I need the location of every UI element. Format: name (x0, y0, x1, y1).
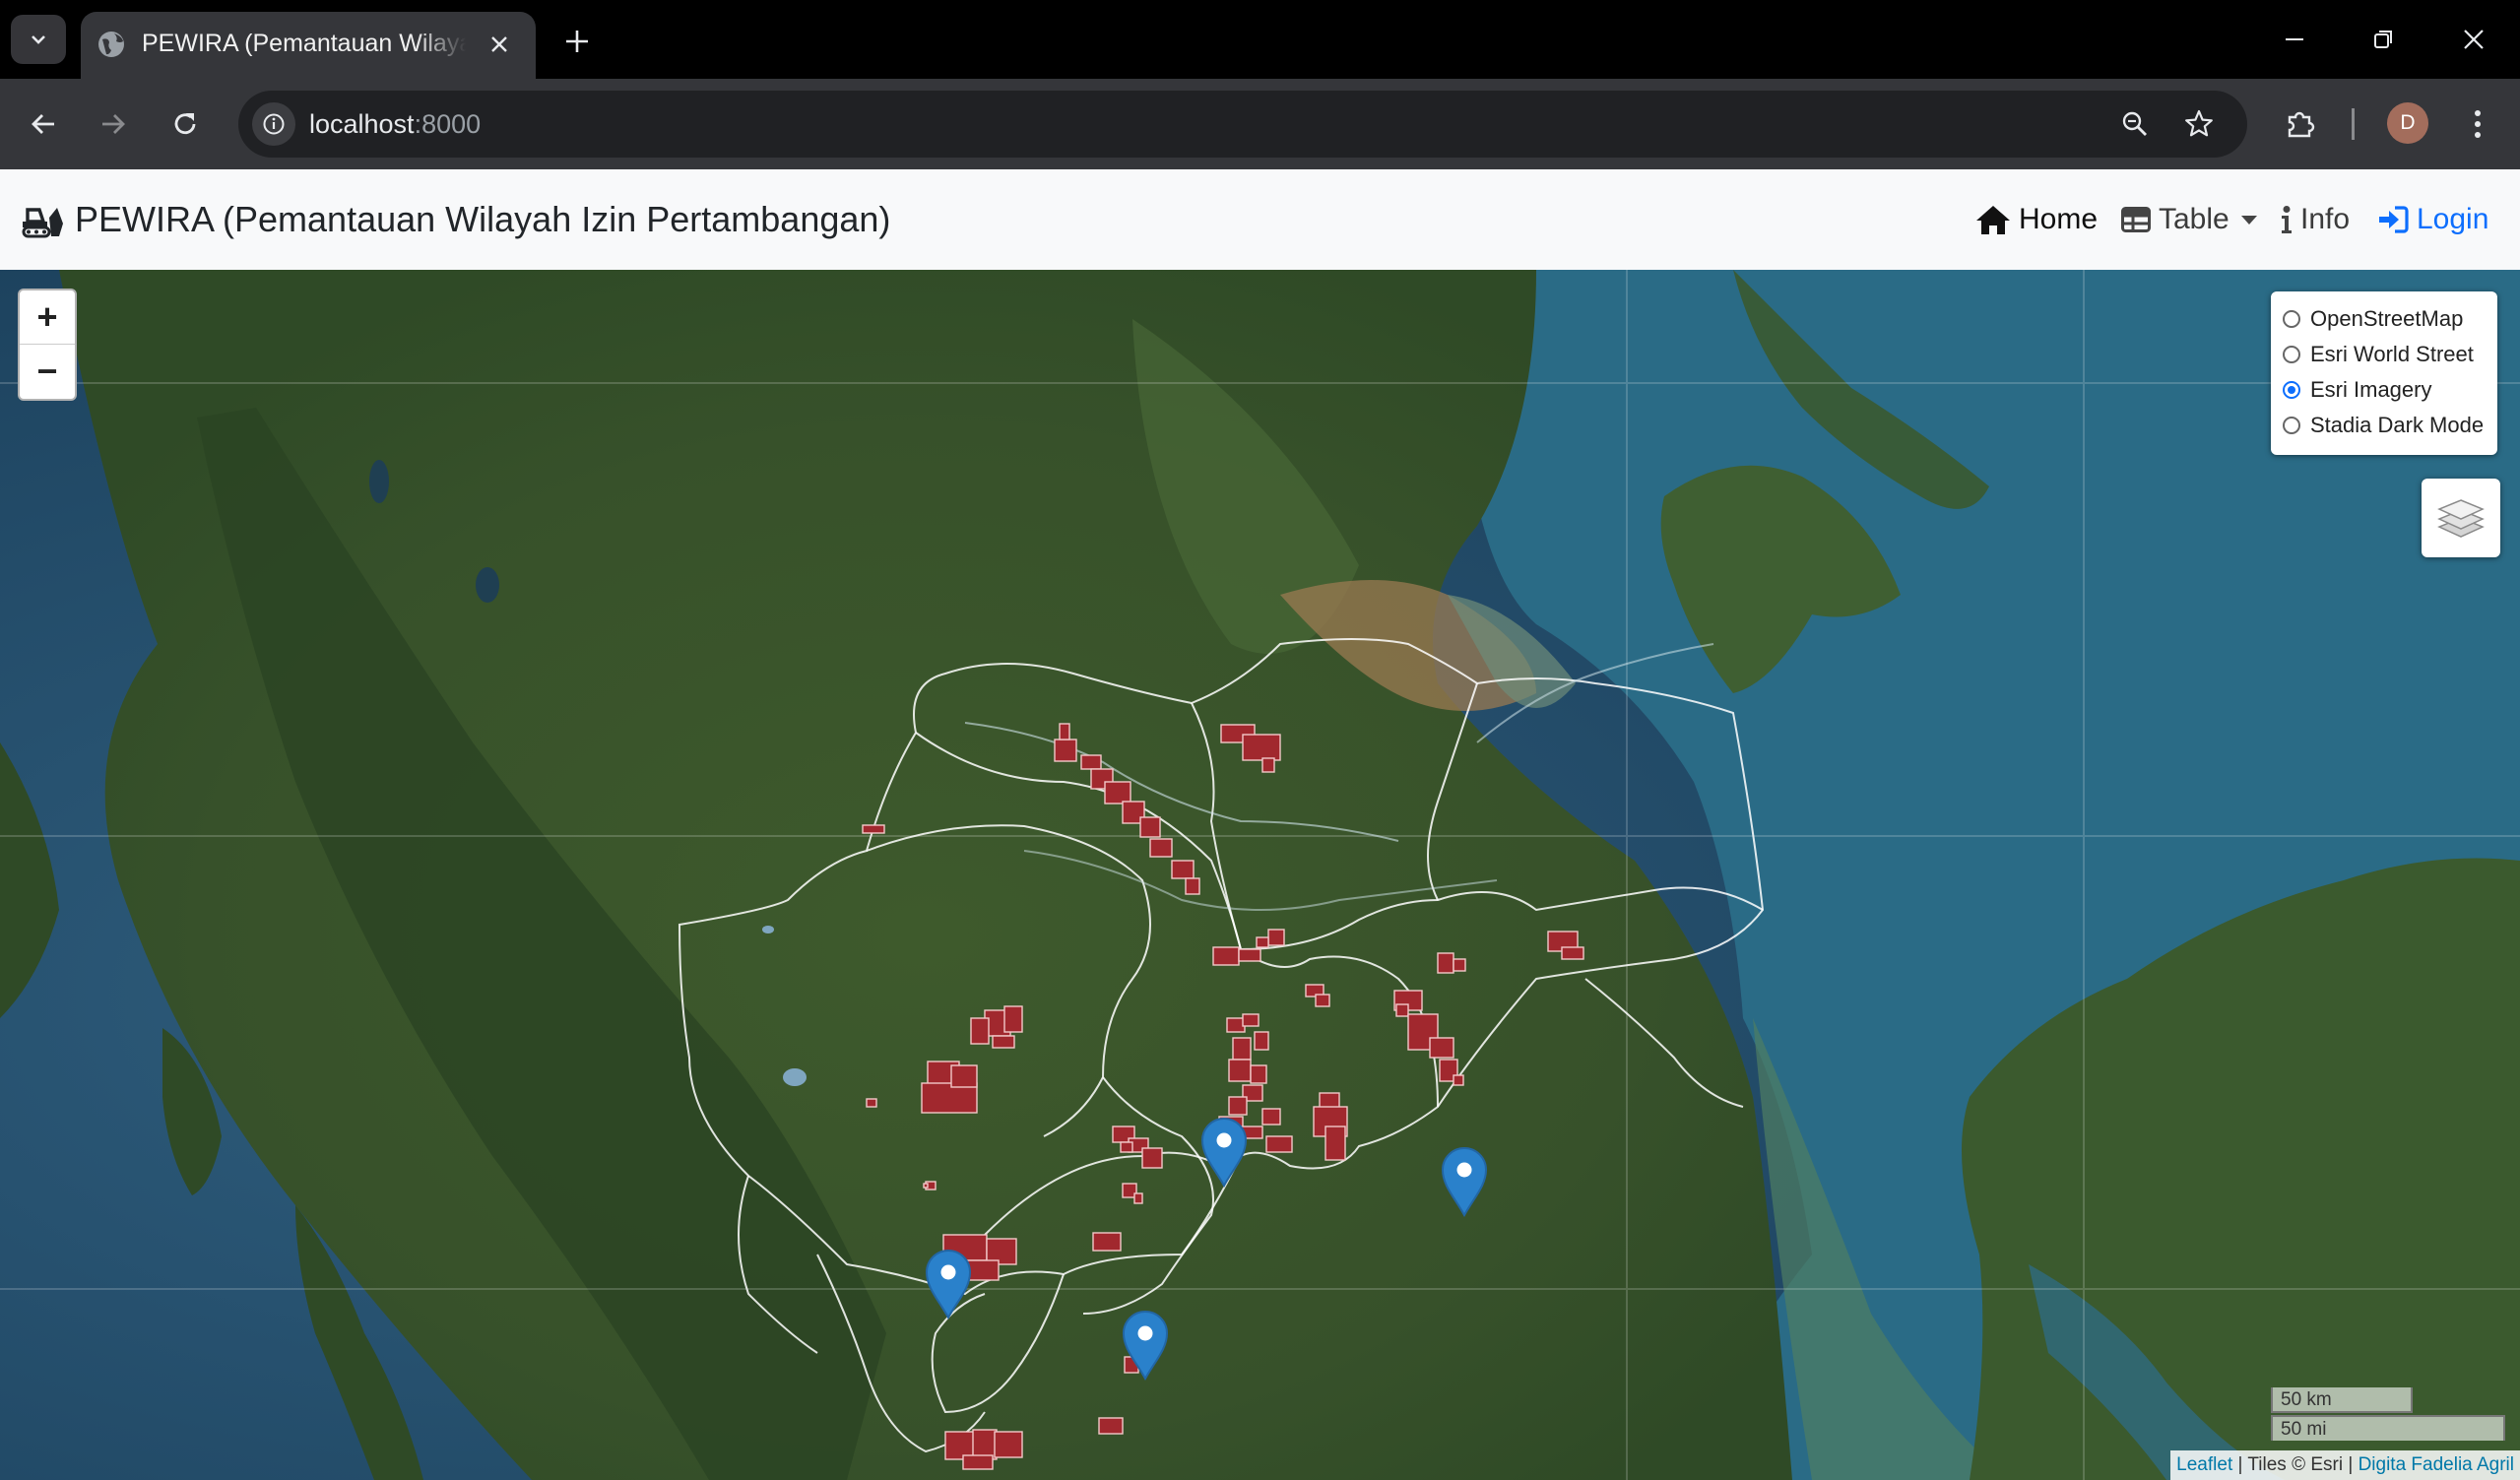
globe-icon (98, 32, 124, 57)
radio-button[interactable] (2283, 346, 2300, 363)
site-info-button[interactable] (252, 102, 295, 146)
sign-in-icon (2379, 206, 2409, 233)
nav-home[interactable]: Home (1975, 169, 2098, 270)
nav-login[interactable]: Login (2377, 169, 2488, 270)
app-navbar: PEWIRA (Pemantauan Wilayah Izin Pertamba… (0, 169, 2520, 271)
map-view[interactable]: + − OpenStreetMap Esri World Street Esri… (0, 270, 2520, 1480)
minimize-button[interactable] (2265, 16, 2324, 63)
reload-button[interactable] (162, 100, 209, 148)
basemap-label: Esri World Street (2310, 342, 2474, 366)
basemap-layer-control: OpenStreetMap Esri World Street Esri Ima… (2271, 291, 2497, 455)
satellite-basemap (0, 270, 2520, 1480)
browser-tab[interactable]: PEWIRA (Pemantauan Wilayah Izin Pertamba… (81, 12, 536, 79)
home-icon (1976, 206, 2010, 234)
browser-menu-button[interactable] (2454, 100, 2501, 148)
zoom-control: + − (18, 289, 77, 401)
basemap-label: Esri Imagery (2310, 377, 2432, 402)
scale-bar-metric: 50 km (2271, 1387, 2413, 1413)
forward-button[interactable] (90, 100, 137, 148)
radio-button[interactable] (2283, 417, 2300, 434)
new-tab-button[interactable] (555, 20, 599, 63)
radio-button[interactable] (2283, 310, 2300, 328)
restore-button[interactable] (2354, 16, 2413, 63)
scale-bar-imperial: 50 mi (2271, 1415, 2505, 1441)
map-attribution: Leaflet | Tiles © Esri | Digita Fadelia … (2170, 1450, 2520, 1480)
profile-avatar[interactable]: D (2387, 102, 2428, 144)
browser-toolbar: localhost:8000 D (0, 79, 2520, 169)
overlay-layers-toggle[interactable] (2422, 479, 2500, 557)
extensions-button[interactable] (2277, 100, 2324, 148)
star-icon (2185, 109, 2213, 137)
tab-close-button[interactable] (483, 28, 516, 61)
plus-icon (566, 31, 588, 52)
info-circle-icon (263, 113, 285, 135)
nav-home-label: Home (2019, 203, 2099, 235)
chevron-down-icon (32, 35, 45, 44)
tab-title-fade (416, 22, 479, 71)
table-icon (2121, 207, 2151, 232)
leaflet-link[interactable]: Leaflet (2176, 1454, 2232, 1475)
author-link[interactable]: Digita Fadelia Agril (2358, 1454, 2514, 1475)
info-icon (2282, 206, 2292, 233)
url-host: localhost (309, 109, 415, 139)
zoom-out-button[interactable]: − (20, 345, 75, 398)
address-bar[interactable]: localhost:8000 (238, 91, 2247, 158)
caret-down-icon (2240, 215, 2257, 225)
basemap-label: OpenStreetMap (2310, 306, 2464, 331)
basemap-option-esri-imagery[interactable]: Esri Imagery (2271, 372, 2497, 408)
arrow-right-icon (102, 114, 125, 134)
close-window-button[interactable] (2444, 16, 2503, 63)
layers-icon (2437, 499, 2485, 538)
basemap-option-openstreetmap[interactable]: OpenStreetMap (2271, 301, 2497, 337)
nav-info-label: Info (2300, 203, 2351, 235)
attribution-separator: | (2237, 1454, 2248, 1475)
tiles-attribution: Tiles © Esri (2247, 1454, 2344, 1475)
puzzle-icon (2288, 111, 2315, 138)
browser-tabstrip: PEWIRA (Pemantauan Wilayah Izin Pertamba… (0, 0, 2520, 79)
toolbar-separator (2352, 108, 2355, 140)
radio-button-selected[interactable] (2283, 381, 2300, 399)
reload-icon (174, 113, 196, 135)
close-icon (491, 36, 507, 52)
nav-table-label: Table (2159, 203, 2229, 235)
back-button[interactable] (20, 100, 67, 148)
basemap-option-stadia-dark-mode[interactable]: Stadia Dark Mode (2271, 408, 2497, 443)
nav-info[interactable]: Info (2281, 169, 2350, 270)
url-port: :8000 (414, 109, 482, 139)
url-text[interactable]: localhost:8000 (309, 91, 481, 158)
arrow-left-icon (32, 114, 54, 134)
zoom-indicator-button[interactable] (2113, 102, 2157, 146)
restore-icon (2374, 31, 2392, 48)
minimize-icon (2286, 38, 2303, 40)
more-vertical-icon (2475, 110, 2481, 138)
brand-title: PEWIRA (Pemantauan Wilayah Izin Pertamba… (75, 199, 891, 239)
basemap-option-esri-world-street[interactable]: Esri World Street (2271, 337, 2497, 372)
nav-table-dropdown[interactable]: Table (2121, 169, 2257, 270)
zoom-out-icon (2122, 111, 2147, 136)
bulldozer-icon (22, 208, 63, 238)
basemap-label: Stadia Dark Mode (2310, 413, 2485, 437)
tab-search-button[interactable] (11, 15, 66, 64)
attribution-separator: | (2348, 1454, 2358, 1475)
bookmark-button[interactable] (2177, 102, 2221, 146)
close-icon (2464, 30, 2484, 49)
zoom-in-button[interactable]: + (20, 290, 75, 345)
app-brand[interactable]: PEWIRA (Pemantauan Wilayah Izin Pertamba… (20, 169, 890, 270)
nav-login-label: Login (2417, 203, 2489, 235)
